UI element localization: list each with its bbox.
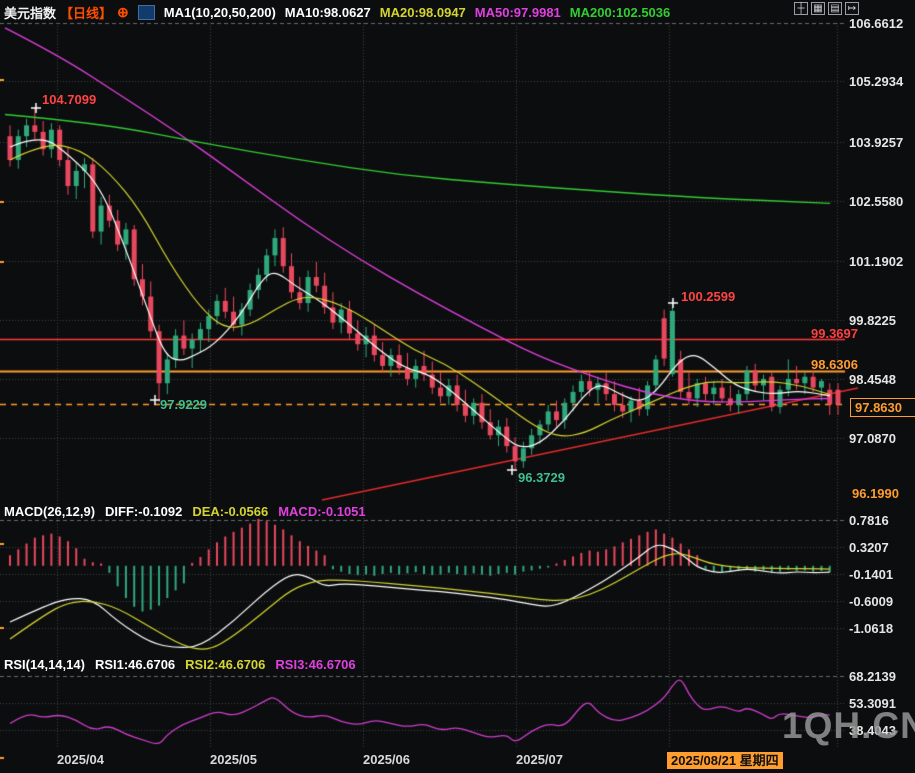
ma200-value: MA200:102.5036 (570, 5, 670, 20)
crosshair-icon[interactable]: ┼ (794, 2, 808, 15)
annotation-label: 104.7099 (42, 92, 96, 107)
ma-settings-label: MA1(10,20,50,200) (164, 5, 276, 20)
macd-value: MACD:-0.1051 (278, 504, 365, 519)
macd-axis-label: -0.6009 (849, 594, 893, 609)
macd-dea-value: DEA:-0.0566 (192, 504, 268, 519)
annotation-label: 96.3729 (518, 470, 565, 485)
chart-app: 美元指数 【日线】 ⊕ MA1(10,20,50,200) MA10:98.06… (0, 0, 915, 773)
price-axis-label: 98.4548 (849, 372, 896, 387)
time-axis[interactable]: 2025/04 2025/05 2025/06 2025/07 2025/08/21 星… (0, 750, 915, 773)
symbol-name[interactable]: 美元指数 (4, 3, 56, 22)
macd-diff-value: DIFF:-0.1092 (105, 504, 182, 519)
price-axis-label: 101.1902 (849, 254, 903, 269)
macd-title[interactable]: MACD(26,12,9) (4, 504, 95, 519)
time-axis-month-label: 2025/04 (57, 752, 104, 767)
lower-bound-price-label: 96.1990 (852, 486, 899, 501)
support-price-label: 98.6306 (811, 357, 858, 372)
rsi3-value: RSI3:46.6706 (275, 657, 355, 672)
rsi-title[interactable]: RSI(14,14,14) (4, 657, 85, 672)
price-axis-label: 102.5580 (849, 194, 903, 209)
rsi2-value: RSI2:46.6706 (185, 657, 265, 672)
line-chart-icon[interactable] (138, 5, 155, 20)
chart-toolbar: ┼▦▤↦ (794, 2, 859, 15)
time-axis-month-label: 2025/05 (210, 752, 257, 767)
ma10-value: MA10:98.0627 (285, 5, 371, 20)
ma20-value: MA20:98.0947 (380, 5, 466, 20)
time-axis-month-label: 2025/07 (516, 752, 563, 767)
price-axis-label: 106.6612 (849, 16, 903, 31)
time-axis-month-label: 2025/06 (363, 752, 410, 767)
indicator-pane-icon[interactable]: ▦ (811, 2, 825, 15)
annotation-label: 100.2599 (681, 289, 735, 304)
macd-axis-label: 0.7816 (849, 513, 889, 528)
rsi-axis-label: 68.2139 (849, 669, 896, 684)
macd-axis-label: -0.1401 (849, 567, 893, 582)
site-watermark: 1QH.CN (782, 705, 915, 747)
price-axis-label: 105.2934 (849, 74, 903, 89)
annotation-label: 97.9229 (160, 397, 207, 412)
macd-axis-label: -1.0618 (849, 621, 893, 636)
macd-legend: MACD(26,12,9) DIFF:-0.1092 DEA:-0.0566 M… (4, 504, 366, 519)
ma50-value: MA50:97.9981 (475, 5, 561, 20)
last-price-label: 97.8630 (850, 398, 915, 417)
add-compare-icon[interactable]: ⊕ (117, 4, 129, 21)
rsi1-value: RSI1:46.6706 (95, 657, 175, 672)
price-axis-label: 103.9257 (849, 135, 903, 150)
period-selector[interactable]: 【日线】 (60, 3, 112, 22)
chart-legend: 美元指数 【日线】 ⊕ MA1(10,20,50,200) MA10:98.06… (4, 3, 670, 21)
current-date-label: 2025/08/21 星期四 (667, 752, 783, 769)
collapse-right-icon[interactable]: ↦ (845, 2, 859, 15)
drawing-tools-icon[interactable]: ▤ (828, 2, 842, 15)
macd-axis-label: 0.3207 (849, 540, 889, 555)
price-axis-label: 97.0870 (849, 431, 896, 446)
rsi-legend: RSI(14,14,14) RSI1:46.6706 RSI2:46.6706 … (4, 657, 356, 672)
resistance-price-label: 99.3697 (811, 326, 858, 341)
